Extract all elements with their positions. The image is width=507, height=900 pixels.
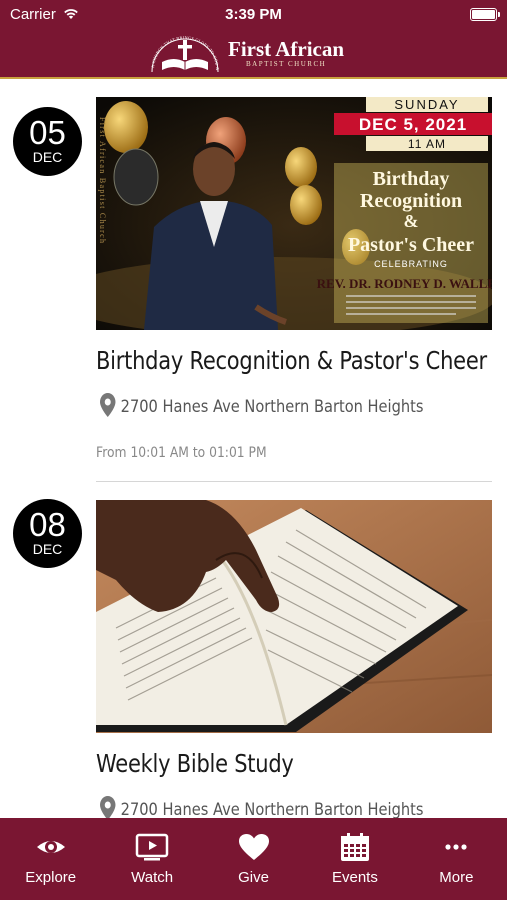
- svg-text:Birthday: Birthday: [373, 168, 450, 190]
- event-divider: [96, 481, 492, 482]
- tab-more[interactable]: More: [406, 818, 507, 900]
- bible-cross-emblem-icon: A CHURCH THAT BRINGS GLORY TO GOD & HOPE…: [148, 30, 220, 73]
- eye-icon: [36, 841, 65, 853]
- event-title[interactable]: Birthday Recognition & Pastor's Cheer: [96, 346, 487, 375]
- svg-text:Recognition: Recognition: [360, 190, 462, 212]
- svg-text:REV. DR. RODNEY D. WALLER: REV. DR. RODNEY D. WALLER: [317, 276, 492, 291]
- church-logo: A CHURCH THAT BRINGS GLORY TO GOD & HOPE…: [148, 30, 368, 76]
- svg-text:CELEBRATING: CELEBRATING: [374, 259, 448, 269]
- logo-subtitle: BAPTIST CHURCH: [246, 60, 327, 68]
- event-location-text: 2700 Hanes Ave Northern Barton Heights: [120, 397, 424, 417]
- events-list[interactable]: 05 DEC First African Baptist Church SUND…: [0, 81, 507, 818]
- date-day: 08: [29, 506, 66, 543]
- tab-events[interactable]: Events: [304, 818, 405, 900]
- location-pin-icon: [100, 796, 116, 818]
- more-icon: [445, 844, 467, 850]
- event-title[interactable]: Weekly Bible Study: [96, 749, 294, 778]
- logo-title: First African: [228, 37, 345, 61]
- event-location: 2700 Hanes Ave Northern Barton Heights: [100, 393, 424, 417]
- bible-photo: [96, 500, 492, 733]
- tab-give[interactable]: Give: [203, 818, 304, 900]
- event-flyer-image[interactable]: First African Baptist Church SUNDAY DEC …: [96, 97, 492, 330]
- bottom-tab-bar: Explore Watch Give Events More: [0, 818, 507, 900]
- tab-watch-label: Watch: [131, 869, 174, 886]
- status-bar: Carrier 3:39 PM: [0, 0, 507, 28]
- date-month: DEC: [32, 541, 63, 557]
- clock: 3:39 PM: [225, 6, 282, 23]
- tab-explore-label: Explore: [25, 869, 77, 886]
- location-pin-icon: [100, 393, 116, 417]
- tab-events-label: Events: [331, 869, 378, 886]
- calendar-icon: [340, 833, 369, 861]
- birthday-flyer: First African Baptist Church SUNDAY DEC …: [96, 97, 492, 330]
- event-location-text: 2700 Hanes Ave Northern Barton Heights: [120, 800, 424, 818]
- app-header: Carrier 3:39 PM A CHURCH THAT BRINGS GLO…: [0, 0, 507, 79]
- svg-text:Pastor's Cheer: Pastor's Cheer: [348, 234, 474, 256]
- svg-text:&: &: [404, 211, 419, 231]
- date-month: DEC: [32, 149, 63, 165]
- battery-icon: [470, 8, 500, 21]
- tab-explore[interactable]: Explore: [0, 818, 101, 900]
- heart-icon: [238, 834, 269, 860]
- svg-text:SUNDAY: SUNDAY: [394, 97, 459, 112]
- tab-more-label: More: [439, 869, 474, 886]
- svg-text:11 AM: 11 AM: [408, 137, 446, 151]
- tab-watch[interactable]: Watch: [101, 818, 202, 900]
- video-icon: [135, 833, 169, 861]
- event-location: 2700 Hanes Ave Northern Barton Heights: [100, 796, 424, 818]
- event-time: From 10:01 AM to 01:01 PM: [96, 445, 267, 461]
- svg-text:First African Baptist Church: First African Baptist Church: [98, 117, 107, 244]
- event-bible-image[interactable]: [96, 500, 492, 733]
- date-day: 05: [29, 114, 66, 151]
- svg-text:DEC 5, 2021: DEC 5, 2021: [359, 115, 467, 134]
- tab-give-label: Give: [238, 869, 269, 886]
- date-badge: 08 DEC: [13, 499, 82, 568]
- date-badge: 05 DEC: [13, 107, 82, 176]
